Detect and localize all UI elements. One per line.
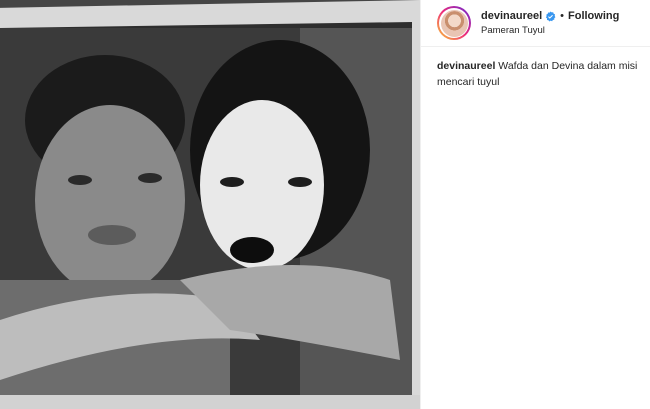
separator-dot: •	[560, 9, 564, 22]
caption: devinaureel Wafda dan Devina dalam misi …	[421, 47, 650, 91]
verified-badge-icon	[545, 11, 556, 22]
post-side-panel: devinaureel • Following Pameran Tuyul de…	[420, 0, 650, 409]
post-photo[interactable]	[0, 0, 420, 409]
avatar-image	[440, 9, 468, 37]
username-link[interactable]: devinaureel	[481, 10, 542, 23]
instagram-post: devinaureel • Following Pameran Tuyul de…	[0, 0, 650, 409]
location-link[interactable]: Pameran Tuyul	[481, 25, 619, 36]
caption-username[interactable]: devinaureel	[437, 60, 495, 72]
photo-image	[0, 0, 420, 409]
profile-avatar[interactable]	[437, 6, 471, 40]
post-header: devinaureel • Following Pameran Tuyul	[421, 0, 650, 47]
following-button[interactable]: Following	[568, 10, 619, 23]
